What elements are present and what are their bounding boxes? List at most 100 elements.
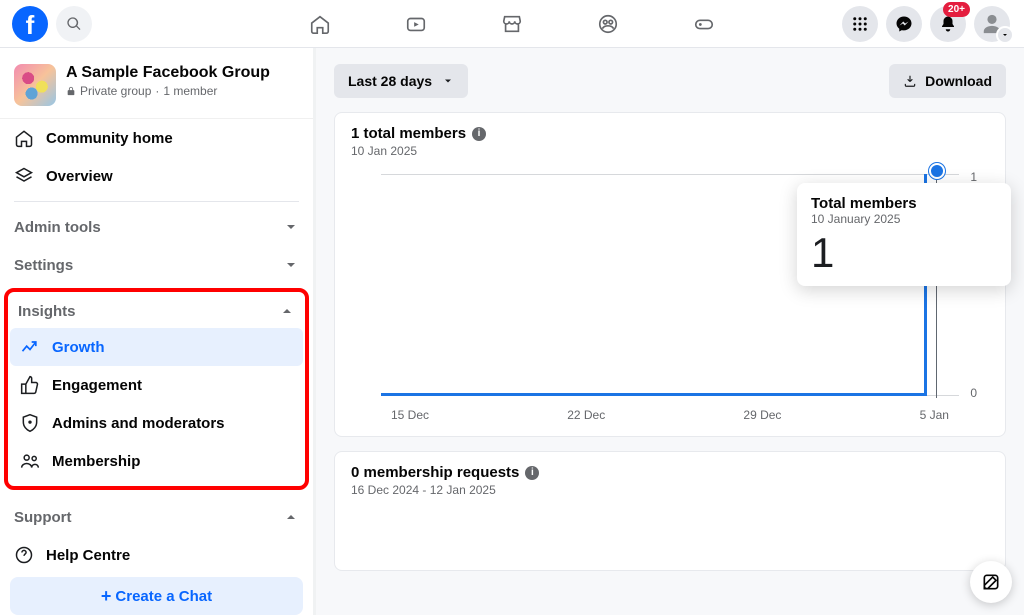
chevron-up-icon <box>279 303 295 319</box>
compose-icon <box>981 572 1001 592</box>
sidebar-item-label: Help Centre <box>46 547 130 564</box>
chart-tooltip: Total members 10 January 2025 1 <box>797 183 1011 286</box>
nav-marketplace[interactable] <box>498 10 526 38</box>
download-label: Download <box>925 73 992 89</box>
nav-home[interactable] <box>306 10 334 38</box>
facebook-logo[interactable]: f <box>12 6 48 42</box>
menu-grid-icon <box>851 15 869 33</box>
group-subtitle: Private group·1 member <box>66 84 270 98</box>
chart-data-point <box>929 163 945 179</box>
card-total-members: 1 total members i 10 Jan 2025 1 0 15 Dec… <box>334 112 1006 437</box>
nav-groups[interactable] <box>594 10 622 38</box>
sidebar-item-membership[interactable]: Membership <box>10 442 303 480</box>
group-title: A Sample Facebook Group <box>66 64 270 82</box>
chart-x-tick: 5 Jan <box>920 408 949 422</box>
sidebar-item-label: Admins and moderators <box>52 415 225 432</box>
chart-series-line <box>381 393 924 396</box>
chevron-down-icon <box>283 219 299 235</box>
marketplace-icon <box>501 13 523 35</box>
sidebar-item-overview[interactable]: Overview <box>0 157 313 195</box>
menu-button[interactable] <box>842 6 878 42</box>
notifications-button[interactable]: 20+ <box>930 6 966 42</box>
growth-icon <box>20 337 40 357</box>
tooltip-date: 10 January 2025 <box>811 212 997 226</box>
topbar-left: f <box>12 6 92 42</box>
main-content: Last 28 days Download 1 total members i … <box>316 48 1024 615</box>
notification-count-badge: 20+ <box>943 2 970 17</box>
chevron-down-icon <box>283 257 299 273</box>
sidebar-item-label: Overview <box>46 168 113 185</box>
chevron-down-icon <box>1001 31 1009 39</box>
sidebar-section-label: Settings <box>14 257 73 274</box>
chart-x-tick: 15 Dec <box>391 408 429 422</box>
group-header[interactable]: A Sample Facebook Group Private group·1 … <box>0 48 313 119</box>
sidebar-section-insights[interactable]: Insights <box>8 294 305 328</box>
thumbs-up-icon <box>20 375 40 395</box>
compose-fab[interactable] <box>970 561 1012 603</box>
nav-gaming[interactable] <box>690 10 718 38</box>
sidebar-section-label: Admin tools <box>14 219 101 236</box>
messenger-button[interactable] <box>886 6 922 42</box>
create-chat-button[interactable]: + Create a Chat <box>10 577 303 615</box>
sidebar-item-label: Engagement <box>52 377 142 394</box>
home-icon <box>309 13 331 35</box>
video-icon <box>405 13 427 35</box>
lock-icon <box>66 86 76 96</box>
layers-icon <box>14 166 34 186</box>
sidebar-section-insights-highlighted: Insights Growth Engagement Admins and mo… <box>4 288 309 490</box>
tooltip-title: Total members <box>811 195 997 212</box>
sidebar-item-label: Membership <box>52 453 140 470</box>
card-membership-requests: 0 membership requests i 16 Dec 2024 - 12… <box>334 451 1006 571</box>
sidebar-separator <box>14 201 299 202</box>
sidebar-item-community-home[interactable]: Community home <box>0 119 313 157</box>
home-icon <box>14 128 34 148</box>
info-icon[interactable]: i <box>472 127 486 141</box>
sidebar: A Sample Facebook Group Private group·1 … <box>0 48 316 615</box>
sidebar-item-growth[interactable]: Growth <box>10 328 303 366</box>
account-button[interactable] <box>974 6 1010 42</box>
sidebar-item-admins-moderators[interactable]: Admins and moderators <box>10 404 303 442</box>
toolbar: Last 28 days Download <box>334 64 1006 98</box>
group-avatar <box>14 64 56 106</box>
search-icon <box>66 16 82 32</box>
sidebar-item-help-centre[interactable]: Help Centre <box>0 536 313 574</box>
sidebar-item-engagement[interactable]: Engagement <box>10 366 303 404</box>
sidebar-section-label: Support <box>14 509 72 526</box>
chevron-up-icon <box>283 509 299 525</box>
sidebar-section-label: Insights <box>18 303 76 320</box>
info-icon[interactable]: i <box>525 466 539 480</box>
chart-y-tick: 1 <box>970 170 977 184</box>
gaming-icon <box>693 13 715 35</box>
help-icon <box>14 545 34 565</box>
card-title: 0 membership requests i <box>351 464 989 481</box>
caret-down-icon <box>442 75 454 87</box>
bell-icon <box>939 15 957 33</box>
date-range-label: Last 28 days <box>348 73 432 89</box>
download-icon <box>903 74 917 88</box>
tooltip-value: 1 <box>811 232 997 274</box>
sidebar-item-label: Community home <box>46 130 173 147</box>
nav-video[interactable] <box>402 10 430 38</box>
chart-x-axis: 15 Dec 22 Dec 29 Dec 5 Jan <box>381 408 959 422</box>
sidebar-section-settings[interactable]: Settings <box>0 246 313 284</box>
shield-icon <box>20 413 40 433</box>
sidebar-section-support[interactable]: Support <box>0 498 313 536</box>
chart-y-tick: 0 <box>970 386 977 400</box>
sidebar-item-label: Growth <box>52 339 105 356</box>
chart-x-tick: 22 Dec <box>567 408 605 422</box>
date-range-selector[interactable]: Last 28 days <box>334 64 468 98</box>
chart-x-tick: 29 Dec <box>743 408 781 422</box>
create-chat-label: Create a Chat <box>115 588 212 605</box>
topbar-right: 20+ <box>842 6 1010 42</box>
card-subtitle: 10 Jan 2025 <box>351 144 989 158</box>
messenger-icon <box>895 15 913 33</box>
card-title: 1 total members i <box>351 125 989 142</box>
topbar: f 20+ <box>0 0 1024 48</box>
search-button[interactable] <box>56 6 92 42</box>
people-icon <box>20 451 40 471</box>
sidebar-section-admin-tools[interactable]: Admin tools <box>0 208 313 246</box>
download-button[interactable]: Download <box>889 64 1006 98</box>
topbar-center <box>306 10 718 38</box>
groups-icon <box>597 13 619 35</box>
card-subtitle: 16 Dec 2024 - 12 Jan 2025 <box>351 483 989 497</box>
